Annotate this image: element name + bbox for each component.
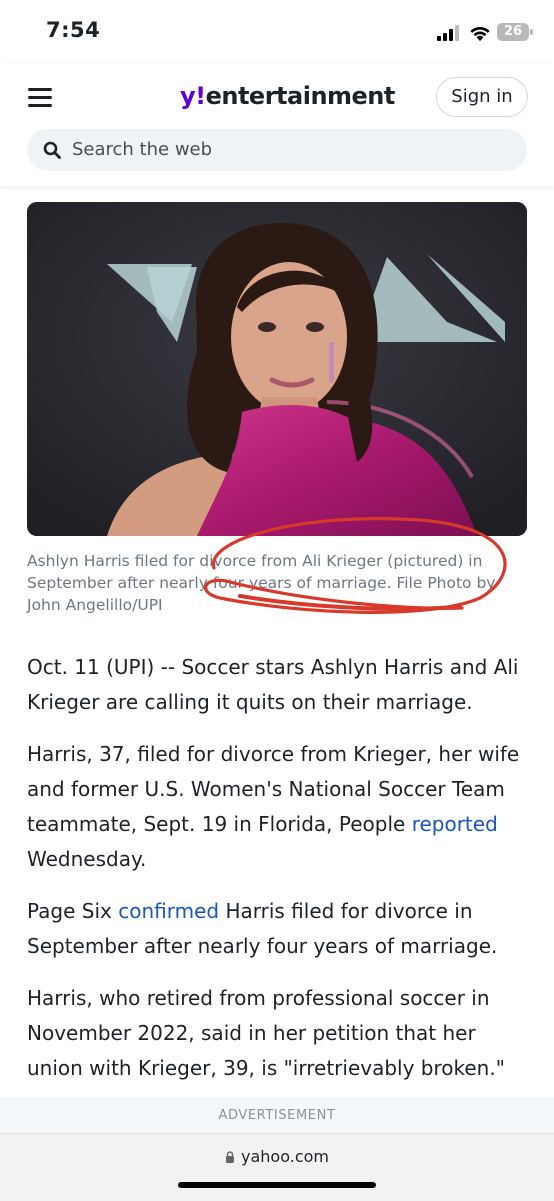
search-placeholder: Search the web [72, 139, 213, 160]
article-paragraph: Oct. 11 (UPI) -- Soccer stars Ashlyn Har… [27, 655, 519, 714]
home-indicator[interactable] [178, 1182, 376, 1188]
menu-icon[interactable] [28, 88, 52, 107]
article-paragraph: Harris, 37, filed for divorce from Krieg… [27, 737, 527, 877]
battery-tip [530, 29, 533, 35]
status-bar: 7:54 26 [0, 0, 554, 64]
site-header: y!entertainment Sign in Search the web [0, 64, 554, 186]
advertisement-label: ADVERTISEMENT [218, 1108, 336, 1123]
url-display[interactable]: yahoo.com [0, 1147, 554, 1166]
browser-address-bar[interactable] [0, 1133, 554, 1201]
wifi-icon [470, 26, 490, 41]
article-paragraph: Page Six confirmed Harris filed for divo… [27, 894, 527, 964]
status-time: 7:54 [46, 18, 101, 42]
article-body: Oct. 11 (UPI) -- Soccer stars Ashlyn Har… [27, 650, 527, 1103]
search-icon [43, 141, 61, 159]
logo-mark: y! [180, 82, 206, 110]
paragraph-text: Page Six [27, 899, 119, 923]
sign-in-button[interactable]: Sign in [436, 77, 528, 117]
article-hero-image[interactable] [27, 202, 527, 536]
search-input[interactable]: Search the web [27, 129, 527, 171]
logo-word: entertainment [205, 82, 396, 110]
lock-icon [226, 1151, 235, 1163]
reported-link[interactable]: reported [412, 812, 498, 836]
site-logo[interactable]: y!entertainment [180, 82, 395, 110]
article-paragraph: Harris, who retired from professional so… [27, 986, 505, 1080]
signal-icon [437, 25, 461, 41]
url-text: yahoo.com [241, 1147, 329, 1166]
paragraph-text: Wednesday. [27, 847, 147, 871]
battery-icon: 26 [497, 23, 529, 41]
hero-photo [27, 202, 527, 536]
image-caption: Ashlyn Harris filed for divorce from Ali… [27, 552, 496, 614]
confirmed-link[interactable]: confirmed [118, 899, 219, 923]
